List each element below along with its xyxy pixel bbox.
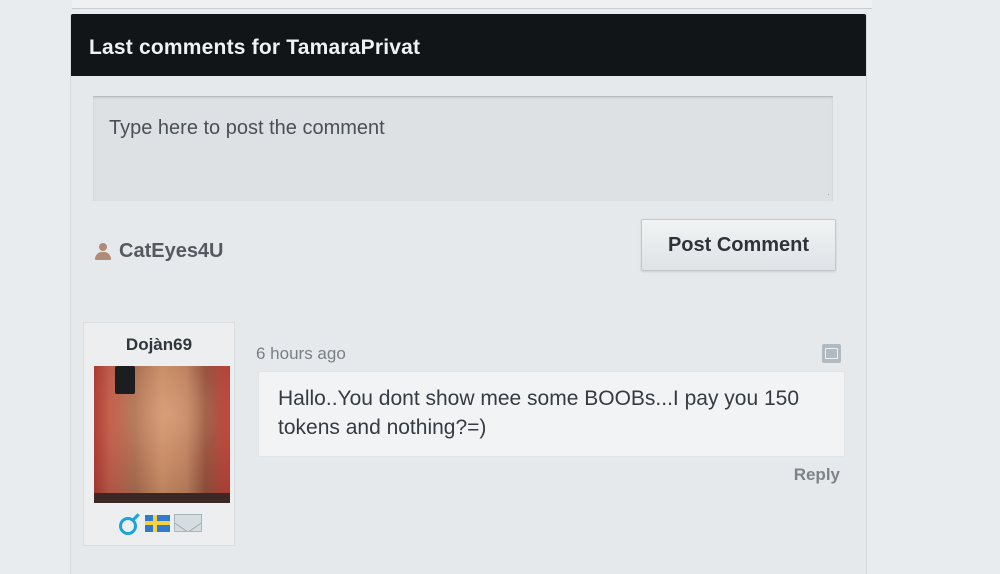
current-username: CatEyes4U xyxy=(119,239,224,262)
comments-panel: Last comments for TamaraPrivat Type here… xyxy=(70,14,867,574)
resize-handle-icon[interactable] xyxy=(817,183,829,195)
comment-item: Dojàn69 6 hours ago Hallo..You dont show… xyxy=(83,322,853,552)
reply-link[interactable]: Reply xyxy=(794,465,840,485)
report-flag-icon[interactable] xyxy=(822,344,841,363)
user-icon xyxy=(93,241,113,261)
panel-title: Last comments for TamaraPrivat xyxy=(89,36,421,59)
author-avatar[interactable] xyxy=(94,366,230,503)
comment-textarea[interactable]: Type here to post the comment xyxy=(93,96,833,201)
comment-placeholder: Type here to post the comment xyxy=(109,117,385,139)
comment-text: Hallo..You dont show mee some BOOBs...I … xyxy=(278,387,800,439)
sweden-flag-icon xyxy=(145,514,170,532)
comment-author-name[interactable]: Dojàn69 xyxy=(84,335,234,355)
avatar-photo-bottom xyxy=(94,493,230,503)
male-gender-icon xyxy=(118,512,141,535)
envelope-icon[interactable] xyxy=(174,514,202,532)
comments-header: Last comments for TamaraPrivat xyxy=(71,14,866,76)
current-user: CatEyes4U xyxy=(93,236,224,266)
comment-timestamp: 6 hours ago xyxy=(256,344,346,363)
comment-author-card[interactable]: Dojàn69 xyxy=(83,322,235,546)
comment-bubble: Hallo..You dont show mee some BOOBs...I … xyxy=(258,371,845,457)
author-badges xyxy=(118,511,202,535)
phone-in-photo xyxy=(115,366,135,394)
top-page-edge xyxy=(72,0,872,9)
post-comment-button[interactable]: Post Comment xyxy=(641,219,836,271)
